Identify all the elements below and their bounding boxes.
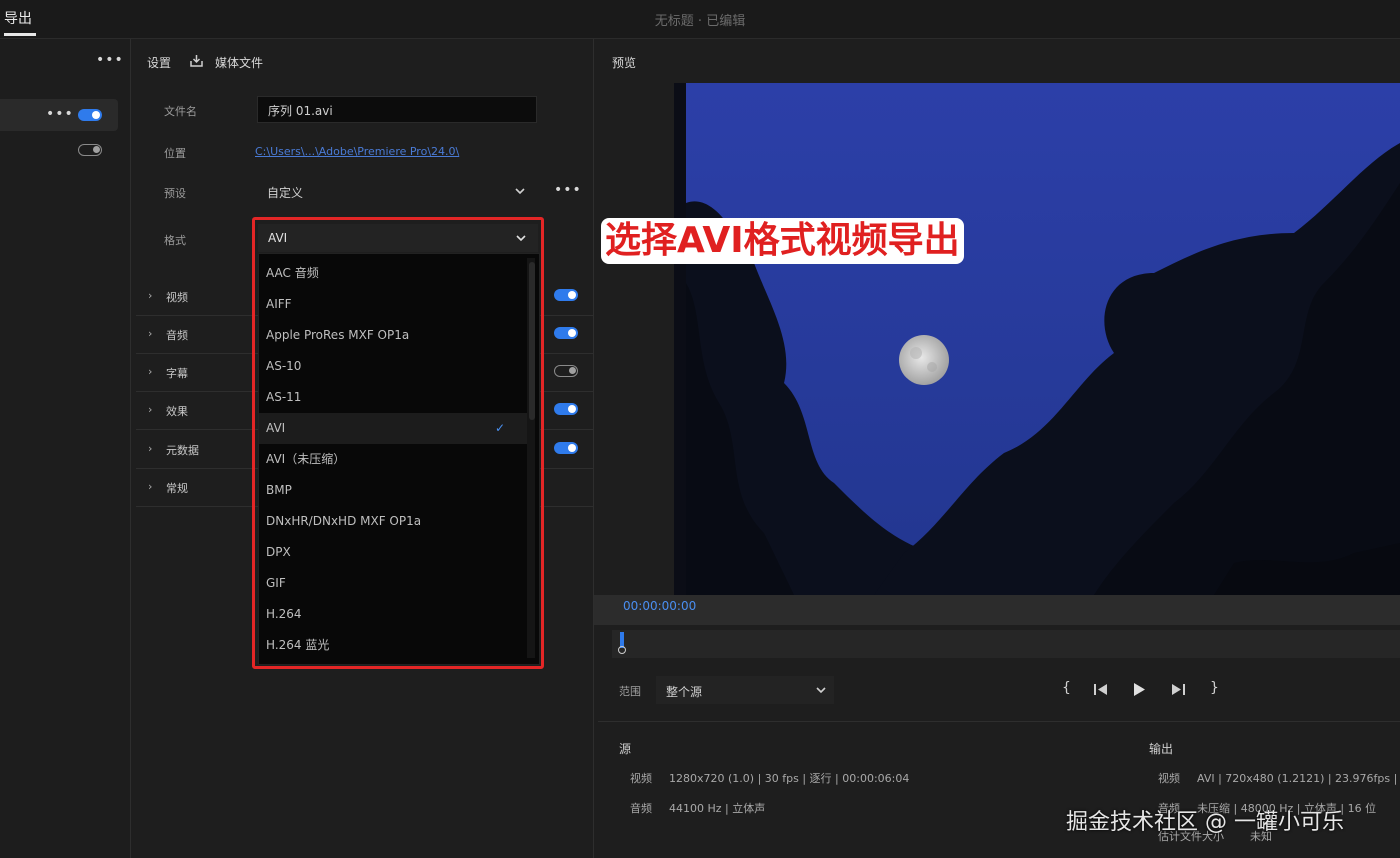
format-label: 格式 (164, 234, 186, 247)
step-back-icon[interactable] (1093, 683, 1109, 696)
media-file-icon (190, 55, 203, 67)
section-captions-toggle[interactable] (554, 365, 578, 377)
filename-label: 文件名 (164, 105, 197, 118)
source-audio-value: 44100 Hz | 立体声 (669, 802, 766, 815)
preset-label: 预设 (164, 187, 186, 200)
moon-night-scene-image (674, 83, 1400, 595)
range-label: 范围 (619, 685, 641, 698)
destination-item-media-file[interactable]: ••• (0, 99, 118, 131)
set-out-point-icon[interactable]: } (1210, 680, 1219, 696)
chevron-right-icon: › (148, 365, 153, 378)
annotation-callout: 选择AVI格式视频导出 (601, 218, 964, 264)
media-file-label[interactable]: 媒体文件 (215, 54, 263, 71)
section-label: 常规 (166, 482, 188, 495)
section-metadata-toggle[interactable] (554, 442, 578, 454)
range-select[interactable]: 整个源 (656, 676, 834, 704)
chevron-right-icon: › (148, 289, 153, 302)
section-label: 音频 (166, 329, 188, 342)
source-video-label: 视频 (630, 772, 652, 785)
section-label: 字幕 (166, 367, 188, 380)
play-icon[interactable] (1132, 682, 1146, 697)
location-link[interactable]: C:\Users\...\Adobe\Premiere Pro\24.0\ (255, 145, 459, 158)
chevron-right-icon: › (148, 327, 153, 340)
chevron-right-icon: › (148, 442, 153, 455)
section-label: 效果 (166, 405, 188, 418)
source-audio-label: 音频 (630, 802, 652, 815)
settings-heading: 设置 (147, 56, 172, 70)
playhead-handle[interactable] (618, 646, 626, 654)
tab-export-underline (4, 33, 36, 36)
chevron-right-icon: › (148, 480, 153, 493)
chevron-down-icon (816, 687, 826, 694)
destination-more-icon[interactable]: ••• (46, 106, 74, 122)
preview-video-frame (674, 83, 1400, 595)
timecode: 00:00:00:00 (623, 599, 697, 613)
highlight-box (252, 217, 544, 669)
destinations-panel: ••• ••• (0, 39, 131, 858)
watermark: 掘金技术社区 @ 一罐小可乐 (1066, 810, 1344, 835)
set-in-point-icon[interactable]: { (1062, 680, 1071, 696)
destination-toggle-on[interactable] (78, 109, 102, 121)
section-label: 视频 (166, 291, 188, 304)
window-title: 无标题 · 已编辑 (654, 14, 746, 29)
source-title: 源 (619, 742, 632, 756)
source-video-value: 1280x720 (1.0) | 30 fps | 逐行 | 00:00:06:… (669, 772, 910, 785)
top-bar: 导出 无标题 · 已编辑 (0, 0, 1400, 39)
timeline-scrubber[interactable] (612, 630, 1400, 658)
filename-field[interactable]: 序列 01.avi (257, 96, 537, 123)
section-video-toggle[interactable] (554, 289, 578, 301)
range-value: 整个源 (666, 685, 703, 699)
preset-more-icon[interactable]: ••• (554, 182, 582, 198)
step-forward-icon[interactable] (1170, 683, 1186, 696)
preview-heading: 预览 (612, 56, 637, 70)
timecode-bar (594, 595, 1400, 625)
destination-toggle-off[interactable] (78, 144, 102, 156)
preset-value: 自定义 (267, 186, 304, 200)
output-title: 输出 (1149, 742, 1174, 756)
output-video-value: AVI | 720x480 (1.2121) | 23.976fps | 逐 (1197, 772, 1400, 785)
location-label: 位置 (164, 147, 186, 160)
divider (598, 721, 1400, 722)
chevron-right-icon: › (148, 403, 153, 416)
section-label: 元数据 (166, 444, 199, 457)
section-effects-toggle[interactable] (554, 403, 578, 415)
section-audio-toggle[interactable] (554, 327, 578, 339)
output-video-label: 视频 (1158, 772, 1180, 785)
chevron-down-icon (515, 188, 525, 195)
more-menu-icon[interactable]: ••• (96, 52, 124, 68)
preset-select[interactable]: 自定义 (257, 177, 537, 205)
